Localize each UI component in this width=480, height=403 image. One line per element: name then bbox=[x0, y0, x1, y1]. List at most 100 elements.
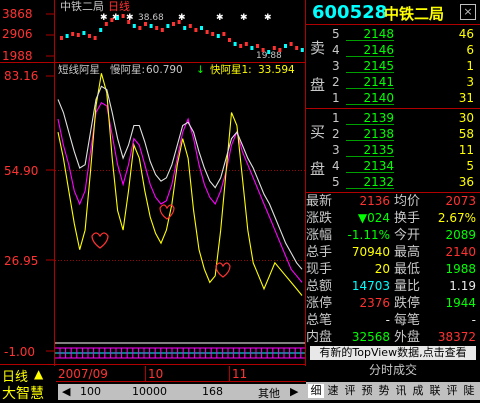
panel-tab[interactable]: 评 bbox=[342, 384, 358, 398]
mini-candle bbox=[261, 48, 265, 52]
mini-chart-period: 日线 bbox=[108, 0, 130, 13]
quote-panel: 600528 中铁二局 × 卖盘 5 2148 46 4 2146 6 3 2145 1 2 214… bbox=[306, 0, 480, 400]
stat-label: 最低 bbox=[394, 262, 421, 277]
stat-label: 总手 bbox=[306, 245, 333, 260]
panel-tab[interactable]: 成 bbox=[410, 384, 426, 398]
panel-tab-bar: 细速评预势讯成联评陡 bbox=[306, 382, 480, 400]
order-volume: 6 bbox=[466, 43, 474, 57]
mini-chart-title: 中铁二局 bbox=[60, 0, 104, 13]
mini-candle bbox=[194, 28, 198, 32]
y-label-83: 83.16 bbox=[4, 69, 38, 83]
stat-value: -1.11% bbox=[347, 228, 390, 242]
stat-label: 涨幅 bbox=[306, 228, 333, 243]
mini-candle bbox=[177, 20, 181, 24]
right-arrow-icon[interactable]: ▶ bbox=[290, 385, 298, 398]
mini-candle bbox=[121, 14, 125, 18]
mini-candle bbox=[110, 18, 114, 22]
mini-candle bbox=[183, 26, 187, 30]
y-label-neg1: -1.00 bbox=[4, 345, 35, 359]
mini-candle bbox=[127, 20, 131, 24]
order-volume: 58 bbox=[458, 127, 474, 141]
series-layer bbox=[57, 73, 303, 296]
stat-value: 38372 bbox=[437, 330, 476, 344]
slow-label: 慢阿星: bbox=[110, 64, 145, 76]
status-tab-100[interactable]: 100 bbox=[80, 385, 101, 398]
close-panel-button[interactable]: × bbox=[460, 4, 476, 20]
status-tab-10000[interactable]: 10000 bbox=[132, 385, 167, 398]
panel-tab[interactable]: 讯 bbox=[393, 384, 409, 398]
svg-text:✱: ✱ bbox=[240, 13, 248, 23]
mini-y-label-bottom: 1988 bbox=[2, 49, 33, 63]
mini-candle bbox=[76, 33, 80, 37]
order-level: 1 bbox=[332, 91, 340, 105]
tick-trades-title: 分时成交 bbox=[368, 363, 417, 377]
panel-tab[interactable]: 联 bbox=[427, 384, 443, 398]
order-level: 1 bbox=[332, 111, 340, 125]
stock-code: 600528 bbox=[312, 2, 388, 23]
fast-label: 快阿星1: bbox=[210, 64, 252, 76]
mini-candle bbox=[65, 34, 69, 38]
mini-candle bbox=[278, 48, 282, 52]
indicator-name: 短线阿星 bbox=[58, 63, 100, 76]
panel-tab[interactable]: 陡 bbox=[461, 384, 477, 398]
mini-candle bbox=[155, 26, 159, 30]
status-tab-other[interactable]: 其他 bbox=[258, 385, 280, 401]
mini-candle bbox=[228, 38, 231, 42]
svg-text:✱: ✱ bbox=[216, 13, 224, 23]
order-volume: 3 bbox=[466, 75, 474, 89]
mini-candle bbox=[104, 22, 108, 26]
series-line-0 bbox=[57, 101, 303, 283]
panel-tab[interactable]: 势 bbox=[376, 384, 392, 398]
panel-tab[interactable]: 速 bbox=[325, 384, 341, 398]
y-label-26: 26.95 bbox=[4, 254, 38, 268]
buy-side-label: 买盘 bbox=[310, 123, 326, 178]
order-volume: 30 bbox=[458, 111, 474, 125]
stat-value: - bbox=[471, 313, 476, 327]
panel-tab[interactable]: 评 bbox=[444, 384, 460, 398]
grid bbox=[55, 170, 305, 261]
heart-marker bbox=[91, 232, 109, 249]
stat-value: 70940 bbox=[351, 245, 390, 259]
chart-area[interactable]: 3868 2906 1988 中铁二局 日线 38.68 19.88 ✱ ✱ ✱ ✱… bbox=[0, 0, 306, 366]
mini-candle bbox=[88, 34, 91, 38]
stat-value: 1944 bbox=[445, 296, 476, 310]
x-label-10: 10 bbox=[148, 367, 164, 381]
stat-value: 2136 bbox=[359, 194, 390, 208]
mini-candle bbox=[132, 24, 136, 28]
stat-label: 现手 bbox=[306, 262, 333, 277]
mini-candle bbox=[284, 44, 287, 48]
sell-side-label: 卖盘 bbox=[310, 39, 326, 94]
stat-label: 均价 bbox=[394, 194, 421, 209]
panel-tab[interactable]: 预 bbox=[359, 384, 375, 398]
stat-value: 2140 bbox=[445, 245, 476, 259]
mini-candle bbox=[60, 36, 63, 40]
signal-markers bbox=[91, 204, 231, 278]
stat-label: 涨跌 bbox=[306, 211, 333, 226]
mini-chart-high-mark: 38.68 bbox=[138, 13, 164, 23]
stat-value: 1.19 bbox=[449, 279, 476, 293]
svg-text:✱: ✱ bbox=[264, 13, 272, 23]
mini-candle bbox=[244, 42, 248, 46]
status-tab-168[interactable]: 168 bbox=[202, 385, 223, 398]
stat-label: 总额 bbox=[306, 279, 333, 294]
left-arrow-icon[interactable]: ◀ bbox=[62, 385, 70, 398]
mini-candle bbox=[166, 24, 170, 28]
panel-tab[interactable]: 细 bbox=[308, 384, 324, 398]
order-level: 4 bbox=[332, 43, 340, 57]
order-volume: 36 bbox=[458, 175, 474, 189]
mini-candle bbox=[267, 50, 271, 54]
stat-label: 涨停 bbox=[306, 296, 333, 311]
topview-news-button[interactable]: 有新的TopView数据,点击查看 bbox=[310, 346, 476, 360]
stat-label: 换手 bbox=[394, 211, 421, 226]
order-volume: 46 bbox=[458, 27, 474, 41]
stat-label: 总笔 bbox=[306, 313, 333, 328]
order-volume: 1 bbox=[466, 59, 474, 73]
stat-value: 32568 bbox=[351, 330, 390, 344]
stock-name: 中铁二局 bbox=[384, 5, 445, 23]
mini-candle bbox=[144, 22, 147, 26]
order-level: 5 bbox=[332, 27, 340, 41]
warning-icon: ▲ bbox=[34, 367, 44, 381]
mini-candle bbox=[233, 42, 237, 46]
mini-candle bbox=[71, 32, 75, 36]
order-volume: 11 bbox=[458, 143, 474, 157]
